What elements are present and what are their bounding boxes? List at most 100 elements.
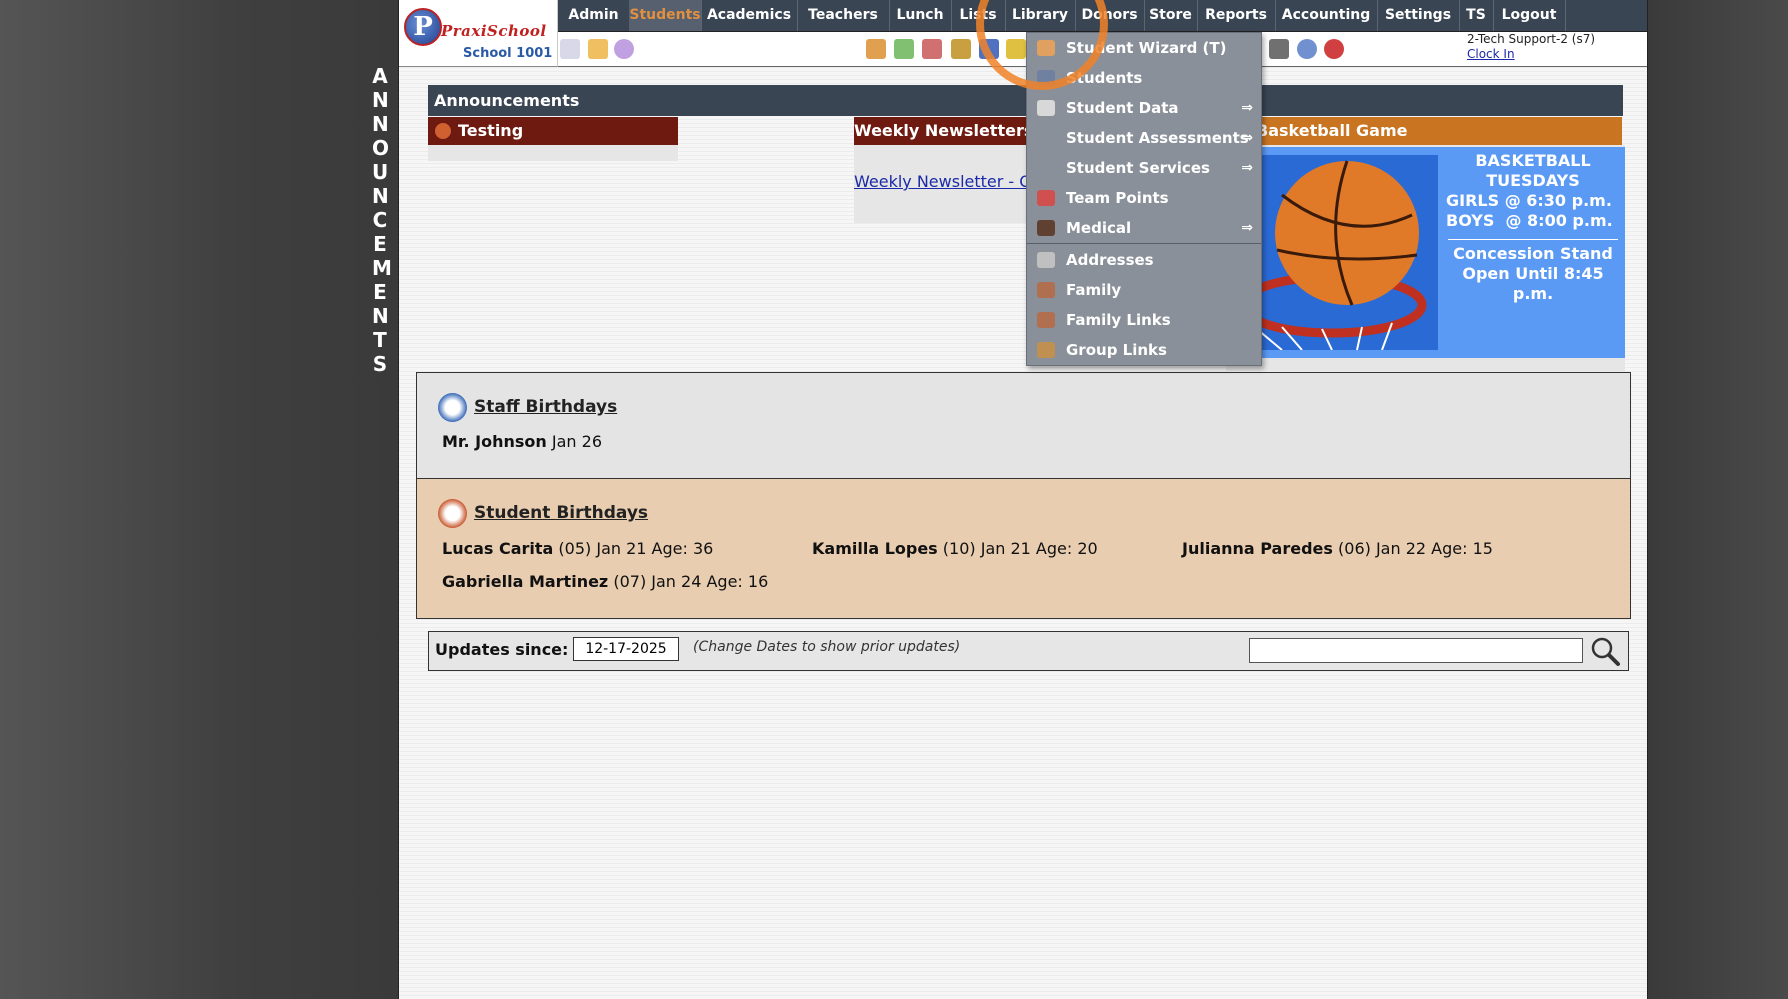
submenu-arrow-icon: ⇒ [1241,220,1253,236]
group-links-icon [1037,342,1055,358]
submenu-arrow-icon: ⇒ [1241,130,1253,146]
nav-accounting[interactable]: Accounting [1275,0,1378,31]
vertical-letter: S [372,352,388,376]
cash-register-tool-icon[interactable] [1269,39,1289,59]
praxischool-logo-icon: P [404,8,442,46]
logo[interactable]: P PraxiSchool School 1001 [399,0,558,67]
school-name: School 1001 [463,46,553,61]
user-name: 2-Tech Support-2 (s7) [1467,32,1596,46]
student-birthday-detail: (05) Jan 21 Age: 36 [558,539,714,558]
flyer-line-3: GIRLS @ 6:30 p.m. [1446,191,1612,210]
nav-reports[interactable]: Reports [1197,0,1276,31]
student-birthday-entry: Julianna Paredes (06) Jan 22 Age: 15 [1182,539,1493,558]
menu-item-label: Medical [1066,219,1132,237]
staff-birthdays-panel: Staff Birthdays Mr. Johnson Jan 26 [416,372,1631,479]
family-links-icon [1037,312,1055,328]
staff-birthday-entry: Mr. Johnson Jan 26 [442,432,602,451]
vertical-letter: A [372,64,388,88]
vertical-letter: M [372,256,392,280]
bell-tool-icon[interactable] [1006,39,1026,59]
staff-birthdays-heading[interactable]: Staff Birthdays [474,397,617,417]
staff-birthday-detail: Jan 26 [551,432,603,451]
announcements-vertical-label: ANNOUNCEMENTS [372,64,392,376]
address-card-icon [1037,252,1055,268]
menu-item-addresses[interactable]: Addresses [1027,245,1261,275]
student-birthday-detail: (07) Jan 24 Age: 16 [613,572,769,591]
menu-item-family-links[interactable]: Family Links [1027,305,1261,335]
at-tool-icon[interactable] [614,39,634,59]
student-birthdays-heading[interactable]: Student Birthdays [474,503,648,523]
nav-settings[interactable]: Settings [1377,0,1460,31]
nav-ts[interactable]: TS [1459,0,1494,31]
student-birthday-detail: (10) Jan 21 Age: 20 [942,539,1098,558]
nav-library[interactable]: Library [1005,0,1076,31]
flyer-line-2: TUESDAYS [1486,171,1580,190]
menu-item-family[interactable]: Family [1027,275,1261,305]
menu-item-medical[interactable]: Medical ⇒ [1027,213,1261,243]
vertical-letter: O [372,136,390,160]
vertical-letter: N [372,88,389,112]
menu-item-group-links[interactable]: Group Links [1027,335,1261,365]
search-input[interactable] [1249,638,1583,663]
brand-name: PraxiSchool [441,22,547,40]
nav-logout[interactable]: Logout [1493,0,1566,31]
search-icon[interactable] [1589,635,1621,667]
menu-item-student-data[interactable]: Student Data ⇒ [1027,93,1261,123]
menu-item-label: Student Assessments [1066,129,1249,147]
wizard-icon [1037,40,1055,56]
student-birthday-entry: Kamilla Lopes (10) Jan 21 Age: 20 [812,539,1098,558]
student-birthday-entry: Lucas Carita (05) Jan 21 Age: 36 [442,539,713,558]
vertical-letter: N [372,112,389,136]
power-tool-icon[interactable] [1324,39,1344,59]
newsletters-title-text: Weekly Newsletters [854,121,1034,140]
team-points-icon [1037,190,1055,206]
staff-birthday-icon [438,393,467,422]
menu-item-students[interactable]: Students [1027,63,1261,93]
nav-lists[interactable]: Lists [951,0,1006,31]
menu-item-team-points[interactable]: Team Points [1027,183,1261,213]
nav-store[interactable]: Store [1144,0,1198,31]
nav-admin[interactable]: Admin [558,0,630,31]
menu-item-label: Group Links [1066,341,1167,359]
clock-in-link[interactable]: Clock In [1467,47,1515,61]
medical-icon [1037,220,1055,236]
family-icon [1037,282,1055,298]
vertical-letter: C [372,208,388,232]
basketball-flyer-text: BASKETBALL TUESDAYS GIRLS @ 6:30 p.m. BO… [1444,151,1622,304]
money-tool-icon[interactable] [894,39,914,59]
people-tool-icon[interactable] [922,39,942,59]
help-tool-icon[interactable] [1297,39,1317,59]
student-birthday-name: Gabriella Martinez [442,572,609,591]
flyer-line-5: Concession Stand [1453,244,1613,263]
teacher-tool-icon[interactable] [866,39,886,59]
menu-item-label: Family Links [1066,311,1171,329]
student-birthday-icon [438,499,467,528]
vertical-letter: E [373,280,387,304]
flyer-line-6: Open Until 8:45 p.m. [1462,264,1604,303]
menu-item-student-assessments[interactable]: Student Assessments ⇒ [1027,123,1261,153]
basketball-panel-title: Basketball Game [1226,117,1622,145]
menu-item-student-services[interactable]: Student Services ⇒ [1027,153,1261,183]
basketball-image [1242,155,1438,350]
nav-academics[interactable]: Academics [701,0,798,31]
book-tool-icon[interactable] [979,39,999,59]
calendar-tool-icon[interactable] [588,39,608,59]
flyer-divider [1448,239,1618,240]
nav-teachers[interactable]: Teachers [797,0,890,31]
updates-date-input[interactable]: 12-17-2025 [573,637,679,661]
student-birthday-name: Julianna Paredes [1182,539,1333,558]
menu-item-label: Student Services [1066,159,1210,177]
menu-item-student-wizard-t[interactable]: Student Wizard (T) [1027,33,1261,63]
testing-title-text: Testing [458,121,524,140]
nav-lunch[interactable]: Lunch [889,0,952,31]
menu-item-label: Students [1066,69,1143,87]
search-tool-icon[interactable] [560,39,580,59]
nav-students[interactable]: Students [629,0,702,31]
lunch-tool-icon[interactable] [951,39,971,59]
vertical-letter: T [373,328,387,352]
staff-birthday-name: Mr. Johnson [442,432,547,451]
left-background [0,0,398,999]
students-dropdown-menu: Student Wizard (T) Students Student Data ⇒ S… [1026,32,1262,366]
nav-donors[interactable]: Donors [1075,0,1145,31]
testing-panel-title: Testing [428,117,678,145]
